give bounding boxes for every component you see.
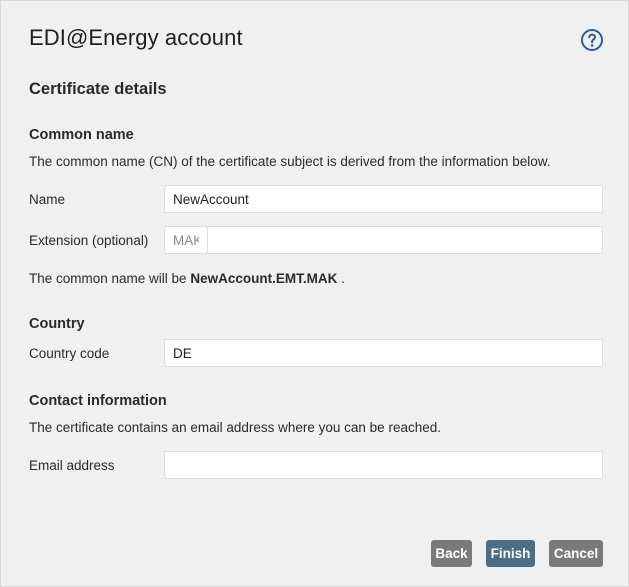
country-code-label: Country code bbox=[29, 346, 110, 361]
country-heading: Country bbox=[29, 316, 85, 332]
back-button[interactable]: Back bbox=[431, 540, 472, 567]
name-field-box bbox=[164, 185, 603, 213]
extension-suffix-segment bbox=[208, 227, 602, 253]
extension-label: Extension (optional) bbox=[29, 233, 149, 248]
country-code-input[interactable] bbox=[165, 340, 602, 366]
dialog-title: EDI@Energy account bbox=[29, 25, 243, 50]
extension-prefix-segment bbox=[165, 227, 208, 253]
name-label: Name bbox=[29, 192, 66, 207]
common-name-heading: Common name bbox=[29, 127, 134, 143]
extension-secondary-input[interactable] bbox=[208, 227, 602, 253]
common-name-description: The common name (CN) of the certificate … bbox=[29, 154, 551, 169]
email-input[interactable] bbox=[165, 452, 602, 478]
question-circle-icon[interactable] bbox=[580, 28, 604, 52]
name-input[interactable] bbox=[165, 186, 602, 212]
extension-input[interactable] bbox=[165, 227, 207, 253]
common-name-preview: The common name will be NewAccount.EMT.M… bbox=[29, 271, 345, 286]
extension-field-box bbox=[164, 226, 603, 254]
common-name-preview-suffix: . bbox=[341, 271, 345, 286]
contact-heading: Contact information bbox=[29, 393, 167, 409]
section-title: Certificate details bbox=[29, 80, 167, 98]
contact-description: The certificate contains an email addres… bbox=[29, 420, 441, 435]
country-code-field-box bbox=[164, 339, 603, 367]
email-label: Email address bbox=[29, 458, 115, 473]
common-name-preview-prefix: The common name will be bbox=[29, 271, 187, 286]
certificate-dialog: EDI@Energy account Certificate details C… bbox=[0, 0, 629, 587]
common-name-preview-value: NewAccount.EMT.MAK bbox=[190, 271, 338, 286]
finish-button[interactable]: Finish bbox=[486, 540, 535, 567]
cancel-button[interactable]: Cancel bbox=[549, 540, 603, 567]
email-field-box bbox=[164, 451, 603, 479]
